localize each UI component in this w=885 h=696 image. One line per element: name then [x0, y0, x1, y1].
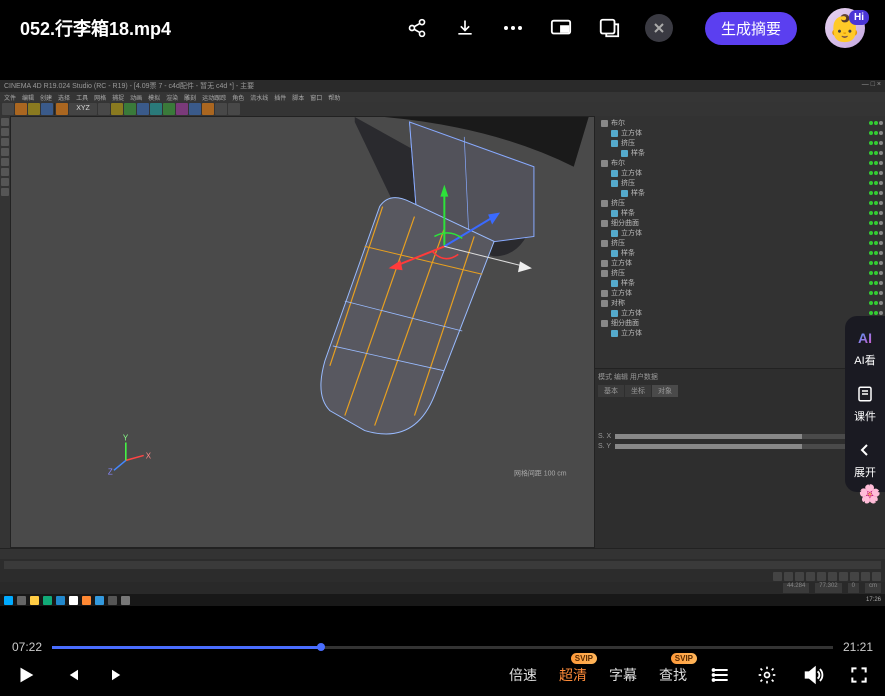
3d-model: X Y Z 网格间距 100 cm	[11, 117, 594, 547]
object-manager: 布尔立方体挤压样条布尔立方体挤压样条挤压样条细分曲面立方体挤压样条立方体挤压样条…	[595, 116, 885, 368]
download-icon[interactable]	[453, 16, 477, 40]
object-row: 立方体	[597, 258, 883, 268]
hi-badge: Hi	[849, 10, 869, 25]
settings-icon[interactable]	[755, 663, 779, 687]
pip-icon[interactable]	[549, 16, 573, 40]
svg-text:Y: Y	[123, 433, 129, 442]
avatar[interactable]: 👶 Hi	[825, 8, 865, 48]
courseware-button[interactable]: 课件	[854, 384, 876, 424]
playlist-icon[interactable]	[709, 663, 733, 687]
cast-icon[interactable]	[597, 16, 621, 40]
object-row: 细分曲面	[597, 218, 883, 228]
object-row: 挤压	[597, 198, 883, 208]
current-time: 07:22	[12, 640, 42, 654]
play-icon[interactable]	[14, 663, 38, 687]
object-row: 挤压	[597, 178, 883, 188]
expand-button[interactable]: 展开	[854, 440, 876, 480]
playback-speed-button[interactable]: 倍速	[509, 665, 537, 685]
seek-thumb[interactable]	[317, 643, 325, 651]
object-row: 立方体	[597, 308, 883, 318]
object-row: 挤压	[597, 238, 883, 248]
top-bar: 052.行李箱18.mp4 生成摘要 👶 Hi	[0, 0, 885, 56]
close-icon[interactable]	[645, 14, 673, 42]
subtitle-button[interactable]: 字幕	[609, 665, 637, 685]
c4d-viewport: X Y Z 网格间距 100 cm	[10, 116, 595, 548]
previous-icon[interactable]	[60, 663, 84, 687]
quality-button[interactable]: SVIP 超清	[559, 665, 587, 685]
object-row: 样条	[597, 248, 883, 258]
seek-track[interactable]	[52, 646, 833, 649]
object-row: 细分曲面	[597, 318, 883, 328]
object-row: 立方体	[597, 328, 883, 338]
c4d-title: CINEMA 4D R19.024 Studio (RC - R19) - [4…	[4, 81, 254, 91]
object-row: 样条	[597, 188, 883, 198]
c4d-statusbar: 44.284 77.302 0 cm	[0, 582, 885, 594]
c4d-leftbar	[0, 116, 10, 548]
c4d-timeline	[0, 548, 885, 582]
side-tools-panel: AI AI看 课件 展开	[845, 316, 885, 492]
video-title: 052.行李箱18.mp4	[20, 15, 389, 41]
video-viewport[interactable]: CINEMA 4D R19.024 Studio (RC - R19) - [4…	[0, 56, 885, 640]
svip-badge: SVIP	[671, 653, 697, 664]
object-row: 立方体	[597, 228, 883, 238]
svg-text:X: X	[146, 451, 152, 460]
player-controls: 倍速 SVIP 超清 字幕 SVIP 查找	[0, 654, 885, 696]
object-row: 样条	[597, 148, 883, 158]
svg-text:Z: Z	[108, 467, 113, 476]
object-row: 样条	[597, 208, 883, 218]
share-icon[interactable]	[405, 16, 429, 40]
c4d-titlebar: CINEMA 4D R19.024 Studio (RC - R19) - [4…	[0, 80, 885, 92]
top-actions: 生成摘要 👶 Hi	[405, 8, 865, 48]
object-row: 布尔	[597, 118, 883, 128]
object-row: 挤压	[597, 268, 883, 278]
object-row: 对称	[597, 298, 883, 308]
svg-text:网格间距 100 cm: 网格间距 100 cm	[514, 468, 567, 477]
more-icon[interactable]	[501, 16, 525, 40]
c4d-app-window: CINEMA 4D R19.024 Studio (RC - R19) - [4…	[0, 80, 885, 590]
c4d-toolbar: XYZ	[0, 102, 885, 116]
find-button[interactable]: SVIP 查找	[659, 665, 687, 685]
windows-taskbar: 17:26	[0, 594, 885, 606]
peach-decoration-icon: 🌸	[859, 484, 881, 505]
ai-watch-button[interactable]: AI AI看	[854, 328, 875, 368]
object-row: 立方体	[597, 168, 883, 178]
generate-summary-button[interactable]: 生成摘要	[705, 12, 797, 45]
progress-bar[interactable]: 07:22 21:21	[0, 640, 885, 654]
object-row: 布尔	[597, 158, 883, 168]
c4d-right-panel: 布尔立方体挤压样条布尔立方体挤压样条挤压样条细分曲面立方体挤压样条立方体挤压样条…	[595, 116, 885, 548]
object-row: 立方体	[597, 128, 883, 138]
object-row: 挤压	[597, 138, 883, 148]
attribute-manager: 模式 编辑 用户数据 基本 坐标 对象 S. X S. Y	[595, 368, 885, 548]
c4d-menubar: 文件编辑创建 选择工具网格 捕捉动画模拟 渲染雕刻运动跟踪 角色流水线插件 脚本…	[0, 92, 885, 102]
volume-icon[interactable]	[801, 663, 825, 687]
next-icon[interactable]	[106, 663, 130, 687]
object-row: 立方体	[597, 288, 883, 298]
total-time: 21:21	[843, 640, 873, 654]
svip-badge: SVIP	[571, 653, 597, 664]
object-row: 样条	[597, 278, 883, 288]
fullscreen-icon[interactable]	[847, 663, 871, 687]
